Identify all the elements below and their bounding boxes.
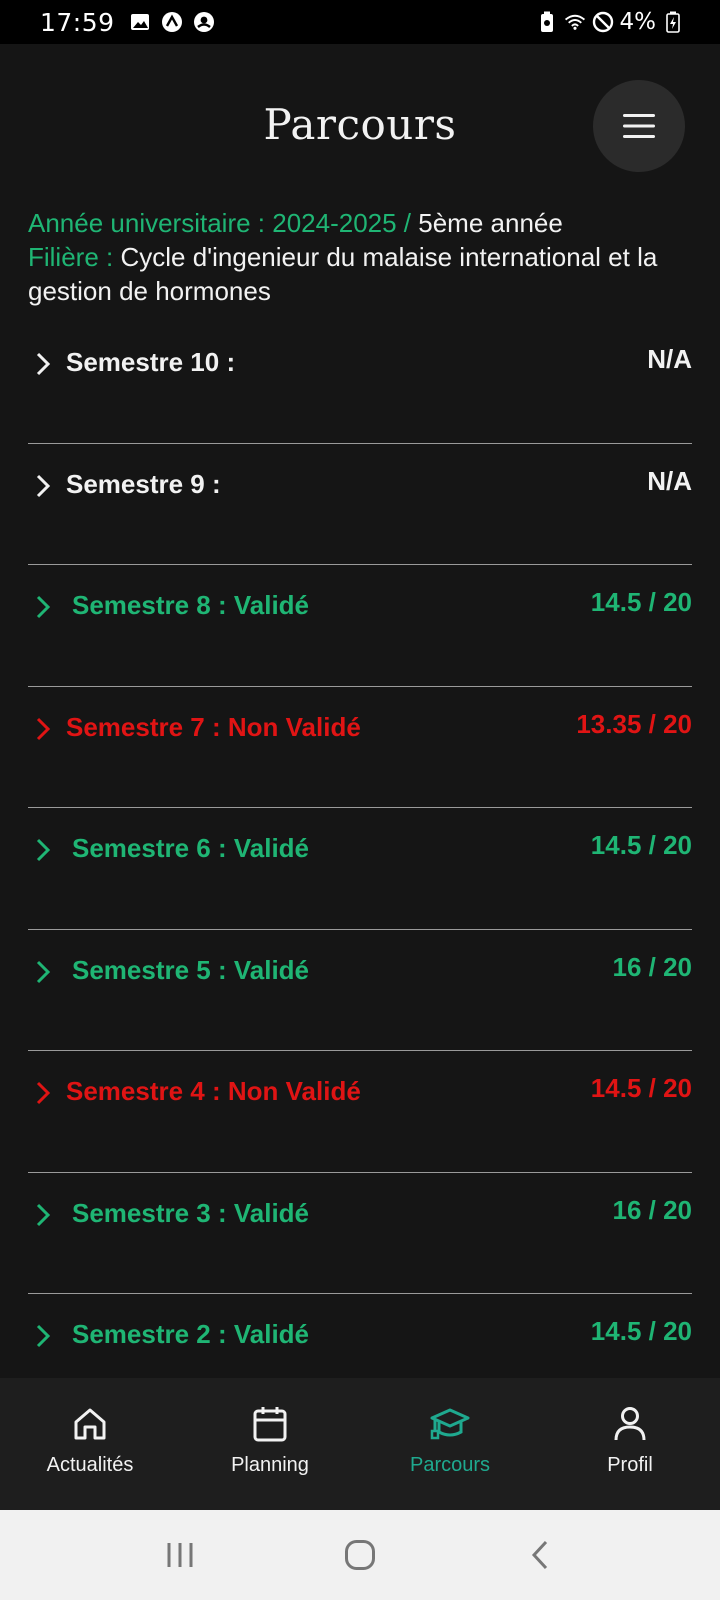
semester-grade: 14.5 / 20 [590, 830, 692, 860]
battery-percent: 4% [619, 9, 657, 35]
semester-label: Semestre 4 : Non Validé [66, 1076, 361, 1106]
battery-saver-icon [536, 11, 558, 33]
filiere-label: Filière : [28, 242, 114, 272]
status-left: 17:59 [40, 8, 215, 37]
semester-row[interactable]: Semestre 10 : N/A [28, 322, 692, 444]
page-title-text: Parcours [263, 100, 457, 149]
semester-grade: 14.5 / 20 [590, 1316, 692, 1346]
chevron-right-icon [36, 717, 51, 740]
chevron-right-icon [36, 352, 51, 376]
home-icon [70, 1404, 110, 1444]
chevron-right-icon [36, 474, 51, 497]
semester-grade: 16 / 20 [612, 951, 692, 982]
semester-row[interactable]: Semestre 6 : Validé 14.5 / 20 [28, 808, 692, 930]
status-right: 4% [536, 9, 685, 35]
status-time: 17:59 [40, 7, 115, 37]
semester-grade: N/A [647, 344, 692, 374]
program-info: Année universitaire : 2024-2025 / 5ème a… [28, 206, 688, 308]
semester-row[interactable]: Semestre 7 : Non Validé 13.35 / 20 [28, 687, 692, 808]
do-not-disturb-icon [592, 11, 614, 33]
system-nav-bar [0, 1510, 720, 1600]
semester-grade: 14.5 / 20 [590, 1073, 692, 1103]
chevron-right-icon [36, 1081, 51, 1105]
semester-row[interactable]: Semestre 9 : N/A [28, 444, 692, 565]
semester-label: Semestre 2 : Validé [72, 1319, 310, 1349]
semester-grade: 13.35 / 20 [576, 708, 692, 739]
chevron-right-icon [36, 1324, 51, 1348]
chevron-right-icon [36, 960, 51, 983]
semester-row[interactable]: Semestre 5 : Validé 16 / 20 [28, 930, 692, 1051]
semester-row[interactable]: Semestre 3 : Validé 16 / 20 [28, 1173, 692, 1294]
chevron-right-icon [36, 1203, 51, 1226]
bottom-nav: Actualités Planning Parcours Profil [0, 1378, 720, 1510]
recent-apps-icon [167, 1543, 193, 1567]
semester-label: Semestre 3 : Validé [72, 1197, 310, 1228]
graduation-cap-icon [430, 1404, 470, 1444]
image-icon [129, 11, 151, 33]
semester-label: Semestre 6 : Validé [72, 833, 310, 863]
back-chevron-icon [531, 1540, 548, 1570]
menu-button[interactable] [593, 80, 685, 172]
recent-apps-button[interactable] [150, 1525, 210, 1585]
semester-row[interactable]: Semestre 4 : Non Validé 14.5 / 20 [28, 1051, 692, 1173]
app-icon [161, 11, 183, 33]
home-button[interactable] [330, 1525, 390, 1585]
chevron-right-icon [36, 595, 51, 619]
year-line: Année universitaire : 2024-2025 / 5ème a… [28, 206, 688, 240]
nav-label-actualites: Actualités [46, 1454, 134, 1476]
semester-label: Semestre 9 : [66, 468, 221, 499]
nav-item-planning[interactable]: Planning [180, 1378, 360, 1510]
user-icon [610, 1404, 650, 1444]
battery-charging-icon [662, 11, 684, 33]
semester-label: Semestre 10 : [66, 347, 236, 377]
nav-item-actualites[interactable]: Actualités [0, 1378, 180, 1510]
status-bar: 17:59 4% [0, 0, 720, 44]
nav-label-planning: Planning [231, 1454, 309, 1476]
nav-item-profil[interactable]: Profil [540, 1378, 720, 1510]
filiere-line: Filière : Cycle d'ingenieur du malaise i… [28, 240, 688, 308]
semester-label: Semestre 5 : Validé [72, 954, 310, 985]
semester-grade: 16 / 20 [612, 1194, 692, 1225]
nav-label-profil: Profil [607, 1454, 653, 1476]
nav-item-parcours[interactable]: Parcours [360, 1378, 540, 1510]
wifi-icon [564, 11, 586, 33]
year-label: Année universitaire : 2024-2025 / [28, 208, 412, 238]
semester-row[interactable]: Semestre 8 : Validé 14.5 / 20 [28, 565, 692, 687]
semester-grade: 14.5 / 20 [590, 587, 692, 617]
account-icon [193, 11, 215, 33]
filiere-value: Cycle d'ingenieur du malaise internation… [28, 242, 658, 306]
calendar-icon [250, 1404, 290, 1444]
semester-list: Semestre 10 : N/A Semestre 9 : N/A Semestre … [28, 322, 692, 1378]
year-value: 5ème année [418, 208, 563, 238]
home-circle-icon [345, 1540, 375, 1570]
back-button[interactable] [510, 1525, 570, 1585]
hamburger-menu-icon [623, 114, 655, 138]
chevron-right-icon [36, 838, 51, 862]
semester-grade: N/A [647, 465, 692, 496]
semester-label: Semestre 8 : Validé [72, 590, 310, 620]
nav-label-parcours: Parcours [409, 1454, 491, 1476]
semester-row[interactable]: Semestre 2 : Validé 14.5 / 20 [28, 1294, 692, 1378]
semester-label: Semestre 7 : Non Validé [66, 711, 361, 742]
